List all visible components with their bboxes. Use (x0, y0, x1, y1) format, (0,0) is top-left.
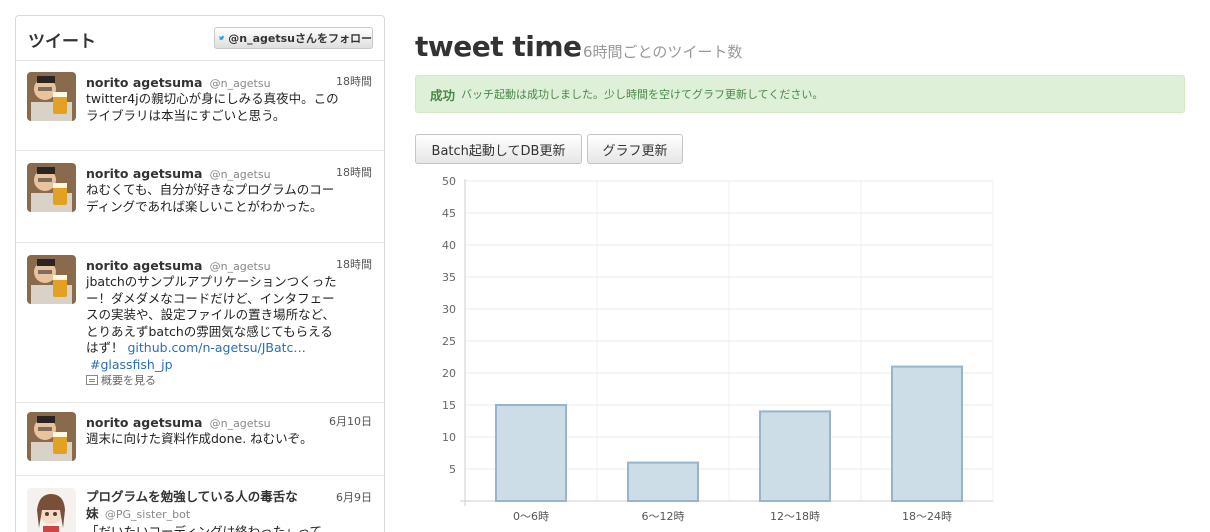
tweet-timestamp[interactable]: 6月9日 (336, 489, 372, 505)
tweet-author-name[interactable]: norito agetsuma (86, 166, 203, 181)
y-tick-label: 35 (442, 271, 456, 284)
summary-label: 概要を見る (101, 374, 156, 387)
bar-2 (627, 461, 699, 503)
tweet-author-name-line: 妹 (86, 506, 99, 521)
alert-status-label: 成功 (430, 87, 456, 103)
y-tick-label: 25 (442, 335, 456, 348)
tweet-text-line: はず！ github.com/n-agetsu/JBatc… (86, 340, 371, 357)
tweet-header: norito agetsuma @n_agetsu 18時間 (86, 163, 372, 181)
tweet-timestamp[interactable]: 18時間 (336, 73, 372, 89)
bar-3 (759, 410, 831, 502)
tweet-item[interactable]: norito agetsuma @n_agetsu 6月10日 週末に向けた資料… (16, 412, 384, 476)
tweet-item[interactable]: norito agetsuma @n_agetsu 18時間 ねむくても、自分が… (16, 163, 384, 243)
x-tick-label: 6〜12時 (642, 510, 685, 523)
y-tick-label: 30 (442, 303, 456, 316)
tweet-text-line: jbatchのサンプルアプリケーションつくった (86, 274, 337, 289)
tweet-header: norito agetsuma @n_agetsu 18時間 (86, 255, 372, 273)
tweet-author-name[interactable]: norito agetsuma (86, 258, 203, 273)
y-tick-label: 45 (442, 207, 456, 220)
tweet-text-line: とりあえずbatchの雰囲気な感じてもらえる (86, 323, 333, 339)
tweet-author-handle[interactable]: @n_agetsu (210, 260, 271, 273)
tweet-url-link[interactable]: github.com/n-agetsu/JBatc… (127, 340, 305, 355)
tweet-text: twitter4jの親切心が身にしみる真夜中。この ライブラリは本当にすごいと思… (86, 91, 371, 124)
tweet-text-line: ねむくても、自分が好きなプログラムのコー (86, 182, 335, 197)
follow-button[interactable]: @n_agetsuさんをフォロー (214, 27, 373, 49)
y-tick-label: 10 (442, 431, 456, 444)
avatar[interactable] (27, 412, 76, 461)
avatar[interactable] (27, 163, 76, 212)
bar-1 (495, 404, 567, 502)
y-tick-label: 50 (442, 175, 456, 188)
tweet-text-line: 週末に向けた資料作成done. ねむいぞ。 (86, 431, 313, 446)
page-title: tweet time (415, 30, 582, 63)
tweet-timestamp[interactable]: 6月10日 (329, 413, 372, 429)
tweet-text-line: 「だいたいコーディングは終わった」って (86, 524, 323, 532)
y-tick-label: 20 (442, 367, 456, 380)
x-tick-label: 0〜6時 (513, 510, 549, 523)
y-tick-label: 5 (449, 463, 456, 476)
tweet-text-line: ライブラリは本当にすごいと思う。 (86, 107, 286, 123)
bar-4 (891, 365, 963, 502)
graph-refresh-button[interactable]: グラフ更新 (587, 134, 683, 164)
twitter-timeline-widget: ツイート @n_agetsuさんをフォロー norito agetsuma @n… (15, 15, 385, 532)
alert-message: バッチ起動は成功しました。少し時間を空けてグラフ更新してください。 (461, 88, 824, 101)
twitter-bird-icon (219, 35, 225, 41)
avatar[interactable] (27, 72, 76, 121)
summary-link[interactable]: 概要を見る (86, 372, 156, 388)
tweet-item[interactable]: norito agetsuma @n_agetsu 18時間 twitter4j… (16, 72, 384, 151)
tweet-header: norito agetsuma @n_agetsu 18時間 (86, 72, 372, 90)
widget-header: ツイート @n_agetsuさんをフォロー (16, 16, 384, 61)
tweet-timestamp[interactable]: 18時間 (336, 256, 372, 272)
batch-update-button[interactable]: Batch起動してDB更新 (415, 134, 582, 164)
summary-card-icon (86, 375, 98, 385)
widget-title: ツイート (28, 32, 96, 52)
tweet-text-line: スの実装や、設定ファイルの置き場所など、 (86, 307, 336, 322)
tweet-item[interactable]: プログラムを勉強している人の毒舌な 妹 @PG_sister_bot 6月9日 … (16, 488, 384, 532)
tweet-item[interactable]: norito agetsuma @n_agetsu 18時間 jbatchのサン… (16, 255, 384, 403)
tweet-header: プログラムを勉強している人の毒舌な 妹 @PG_sister_bot 6月9日 (86, 488, 372, 522)
x-tick-label: 12〜18時 (770, 510, 820, 523)
tweet-text: 週末に向けた資料作成done. ねむいぞ。 (86, 431, 371, 448)
tweet-time-bar-chart: 5 10 15 20 25 30 35 40 45 50 0〜6時 6〜12時 12〜18時 18〜24時 (442, 175, 994, 523)
tweet-text: 「だいたいコーディングは終わった」って (86, 524, 371, 532)
tweet-text: ねむくても、自分が好きなプログラムのコー ディングであれば楽しいことがわかった。 (86, 182, 371, 215)
tweet-text-line: #glassfish_jp (86, 357, 371, 374)
tweet-author-handle[interactable]: @n_agetsu (210, 77, 271, 90)
tweet-author-name[interactable]: プログラムを勉強している人の毒舌な 妹 @PG_sister_bot (86, 488, 331, 523)
avatar[interactable] (27, 255, 76, 304)
avatar[interactable] (27, 488, 76, 532)
tweet-author-handle[interactable]: @PG_sister_bot (105, 508, 190, 521)
tweet-text-line: ー！ダメダメなコードだけど、インタフェー (86, 290, 335, 306)
tweet-author-name[interactable]: norito agetsuma (86, 415, 203, 430)
follow-button-label: @n_agetsuさんをフォロー (228, 32, 372, 45)
tweet-author-handle[interactable]: @n_agetsu (210, 417, 271, 430)
tweet-author-handle[interactable]: @n_agetsu (210, 168, 271, 181)
tweet-text-fragment: はず！ (86, 340, 128, 355)
tweet-header: norito agetsuma @n_agetsu 6月10日 (86, 412, 372, 430)
tweet-text-line: ディングであれば楽しいことがわかった。 (86, 198, 323, 214)
x-tick-label: 18〜24時 (902, 510, 952, 523)
tweet-author-name[interactable]: norito agetsuma (86, 75, 203, 90)
tweet-timestamp[interactable]: 18時間 (336, 164, 372, 180)
tweet-text-line: twitter4jの親切心が身にしみる真夜中。この (86, 91, 339, 106)
tweet-text: jbatchのサンプルアプリケーションつくった ー！ダメダメなコードだけど、イン… (86, 274, 371, 373)
success-alert: 成功 バッチ起動は成功しました。少し時間を空けてグラフ更新してください。 (415, 75, 1185, 113)
y-tick-label: 40 (442, 239, 456, 252)
tweet-hashtag-link[interactable]: #glassfish_jp (90, 357, 173, 372)
page-subtitle: 6時間ごとのツイート数 (583, 43, 743, 61)
tweet-author-name-line: プログラムを勉強している人の毒舌な (86, 489, 298, 504)
y-tick-label: 15 (442, 399, 456, 412)
